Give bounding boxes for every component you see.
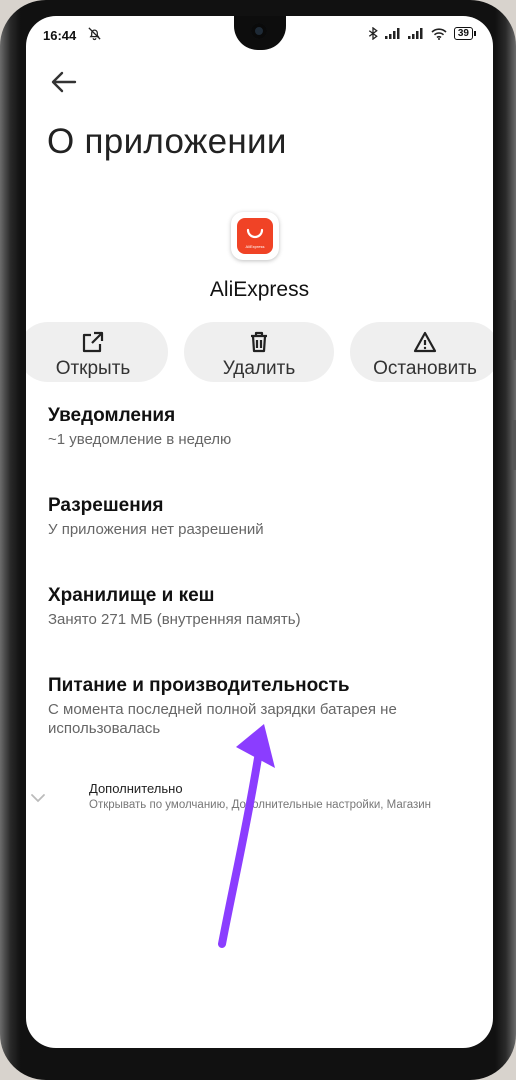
advanced-title: Дополнительно: [89, 781, 183, 796]
aliexpress-logo-icon: AliExpress: [237, 218, 273, 254]
setting-subtitle: Занято 271 МБ (внутренняя память): [48, 611, 301, 628]
camera-icon: [251, 23, 267, 39]
back-arrow-icon[interactable]: [48, 66, 80, 98]
setting-title: Хранилище и кеш: [48, 585, 215, 606]
delete-button[interactable]: Удалить: [184, 322, 334, 382]
advanced-subtitle: Открывать по умолчанию, Дополнительные н…: [89, 799, 432, 811]
bell-off-icon: [88, 27, 101, 41]
status-icons: 39: [368, 27, 477, 40]
trash-icon: [251, 331, 267, 353]
wifi-icon: [431, 27, 447, 40]
setting-subtitle: ~1 уведомление в неделю: [48, 431, 232, 448]
setting-subtitle: У приложения нет разрешений: [48, 521, 264, 538]
setting-title: Разрешения: [48, 495, 164, 516]
signal-icon-2: [407, 28, 423, 39]
stop-button[interactable]: Остановить: [350, 322, 493, 382]
screen: 16:44 39 О приложении AliExpress AliExpr…: [26, 16, 493, 1048]
status-time: 16:44: [43, 28, 77, 43]
app-icon: AliExpress: [231, 212, 279, 260]
settings-item-battery[interactable]: Питание и производительность С момента п…: [48, 674, 478, 738]
open-external-icon: [82, 331, 104, 353]
app-name: AliExpress: [209, 278, 310, 301]
setting-title: Питание и производительность: [48, 675, 350, 696]
signal-icon: [384, 28, 400, 39]
chevron-down-icon: [31, 794, 45, 803]
open-button[interactable]: Открыть: [26, 322, 168, 382]
power-button: [512, 420, 516, 470]
volume-button: [512, 300, 516, 360]
action-buttons: Открыть Удалить Остановить: [26, 322, 493, 382]
setting-title: Уведомления: [48, 405, 176, 426]
bluetooth-icon: [368, 27, 378, 40]
stop-button-label: Остановить: [373, 358, 477, 379]
page-title: О приложении: [47, 122, 287, 161]
settings-item-notifications[interactable]: Уведомления ~1 уведомление в неделю: [48, 404, 478, 449]
settings-item-storage[interactable]: Хранилище и кеш Занято 271 МБ (внутрення…: [48, 584, 478, 629]
open-button-label: Открыть: [55, 358, 131, 379]
settings-item-permissions[interactable]: Разрешения У приложения нет разрешений: [48, 494, 478, 539]
app-icon-label: AliExpress: [245, 244, 265, 249]
settings-item-advanced[interactable]: Дополнительно Открывать по умолчанию, До…: [26, 774, 493, 834]
delete-button-label: Удалить: [222, 358, 296, 379]
phone-frame: 16:44 39 О приложении AliExpress AliExpr…: [0, 0, 516, 1080]
setting-subtitle: С момента последней полной зарядки батар…: [48, 701, 397, 737]
warning-icon: [413, 331, 437, 353]
battery-indicator: 39: [453, 27, 477, 40]
